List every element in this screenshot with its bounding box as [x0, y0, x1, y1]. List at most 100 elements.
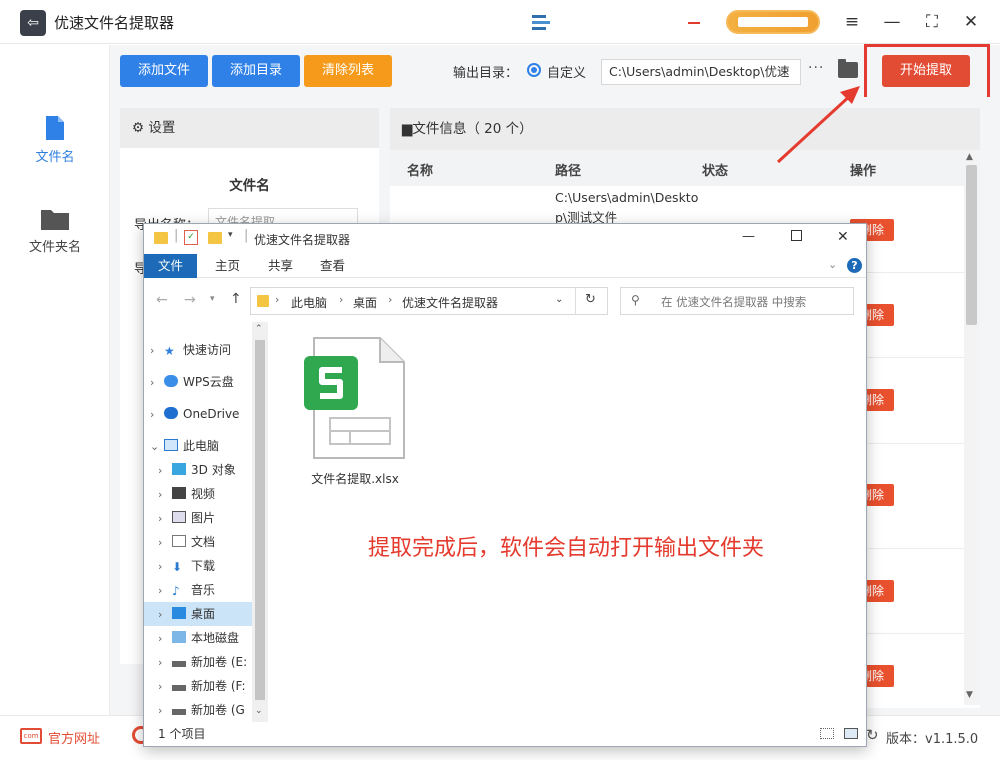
explorer-title: 优速文件名提取器 [254, 233, 351, 247]
back-icon[interactable]: ← [156, 292, 168, 308]
nav-scrollbar[interactable]: ⌃ ⌄ [252, 322, 268, 722]
nav-item-desktop[interactable]: › 桌面 [144, 602, 252, 626]
large-icons-view-icon[interactable] [844, 728, 858, 739]
scroll-up-icon[interactable]: ⌃ [255, 324, 263, 334]
nav-scroll-thumb[interactable] [255, 340, 265, 700]
account-pill[interactable] [726, 10, 820, 34]
file-name: 文件名提取.xlsx [311, 472, 399, 486]
search-input[interactable]: ⚲ 在 优速文件名提取器 中搜索 [620, 287, 854, 315]
explorer-maximize-icon[interactable] [791, 230, 802, 241]
download-icon: ⬇ [172, 560, 183, 574]
table-scroll-thumb[interactable] [966, 165, 977, 325]
file-tile[interactable]: 文件名提取.xlsx [300, 334, 410, 486]
folder-icon [154, 232, 168, 244]
annotation-text: 提取完成后，软件会自动打开输出文件夹 [368, 536, 765, 561]
tab-home[interactable]: 主页 [201, 254, 254, 278]
add-directory-button[interactable]: 添加目录 [212, 55, 300, 87]
refresh-icon[interactable]: ↻ [866, 726, 879, 744]
quick-access-dropdown-icon[interactable]: ▾ [228, 230, 233, 240]
help-icon[interactable]: ? [847, 258, 862, 273]
scroll-down-icon[interactable]: ▼ [966, 690, 973, 700]
nav-label: OneDrive [183, 407, 240, 421]
minimize-icon[interactable]: — [878, 8, 906, 36]
ribbon-expand-icon[interactable]: ⌄ [828, 258, 837, 271]
tab-view[interactable]: 查看 [306, 254, 359, 278]
file-icon [46, 116, 64, 140]
brand-logo-icon [530, 12, 556, 32]
nav-item-volume-g[interactable]: › 新加卷 (G [144, 698, 252, 722]
scroll-up-icon[interactable]: ▲ [966, 152, 973, 162]
nav-label: 新加卷 (E: [191, 655, 248, 669]
close-icon[interactable]: ✕ [957, 8, 985, 36]
chevron-right-icon: › [158, 608, 163, 621]
open-folder-icon[interactable] [838, 59, 858, 78]
custom-radio[interactable] [527, 63, 541, 77]
disk-icon [172, 631, 186, 643]
nav-label: 新加卷 (G [191, 703, 245, 717]
details-view-icon[interactable] [820, 728, 834, 739]
drive-icon [172, 709, 186, 715]
chevron-right-icon: › [158, 584, 163, 597]
explorer-ribbon: 文件 主页 共享 查看 ⌄ ? [144, 254, 866, 278]
menu-icon[interactable]: ≡ [838, 8, 866, 36]
version-label: 版本：v1.1.5.0 [886, 732, 979, 747]
nav-item-videos[interactable]: › 视频 [144, 482, 252, 506]
cloud-icon [164, 375, 178, 387]
website-icon: com [20, 728, 42, 744]
refresh-icon[interactable]: ↻ [585, 292, 596, 307]
explorer-close-icon[interactable]: ✕ [837, 229, 849, 245]
nav-item-3d-objects[interactable]: › 3D 对象 [144, 458, 252, 482]
nav-item-wps-cloud[interactable]: › WPS云盘 [144, 370, 252, 394]
separator: | [174, 228, 179, 243]
nav-item-volume-e[interactable]: › 新加卷 (E: [144, 650, 252, 674]
chevron-right-icon: › [158, 464, 163, 477]
sidebar-item-filename[interactable]: 文件名 [0, 114, 110, 165]
recent-dropdown-icon[interactable]: ▾ [210, 294, 215, 304]
nav-item-volume-f[interactable]: › 新加卷 (F: [144, 674, 252, 698]
up-icon[interactable]: ↑ [230, 291, 242, 307]
computer-icon [164, 439, 178, 451]
maximize-icon[interactable]: ⛶ [918, 8, 946, 36]
app-title: 优速文件名提取器 [54, 14, 175, 32]
new-folder-icon[interactable] [208, 232, 222, 244]
document-icon: ▆ [402, 121, 413, 137]
chevron-right-icon: › [158, 512, 163, 525]
nav-item-local-disk[interactable]: › 本地磁盘 [144, 626, 252, 650]
nav-label: 本地磁盘 [191, 631, 240, 645]
tab-share[interactable]: 共享 [254, 254, 307, 278]
breadcrumb-folder[interactable]: 优速文件名提取器 [402, 294, 498, 311]
breadcrumb-desktop[interactable]: 桌面 [353, 294, 377, 311]
nav-item-downloads[interactable]: › ⬇ 下载 [144, 554, 252, 578]
tab-file[interactable]: 文件 [144, 254, 198, 278]
picture-icon [172, 511, 186, 523]
nav-item-this-pc[interactable]: ⌄ 此电脑 [144, 434, 252, 458]
properties-icon[interactable]: ✓ [184, 230, 198, 245]
search-placeholder: 在 优速文件名提取器 中搜索 [661, 295, 807, 309]
nav-item-pictures[interactable]: › 图片 [144, 506, 252, 530]
more-icon[interactable]: ··· [808, 60, 824, 76]
cube-icon [172, 463, 186, 475]
nav-item-onedrive[interactable]: › OneDrive [144, 402, 252, 426]
divider [575, 288, 576, 314]
website-link[interactable]: 官方网址 [48, 728, 100, 747]
explorer-minimize-icon[interactable]: — [742, 229, 755, 244]
address-bar[interactable]: › 此电脑 › 桌面 › 优速文件名提取器 ⌄ ↻ [250, 287, 608, 315]
add-file-button[interactable]: 添加文件 [120, 55, 208, 87]
chevron-right-icon: › [158, 680, 163, 693]
document-icon [172, 535, 186, 547]
nav-item-documents[interactable]: › 文档 [144, 530, 252, 554]
forward-icon[interactable]: → [184, 292, 196, 308]
breadcrumb-this-pc[interactable]: 此电脑 [291, 294, 327, 311]
nav-item-quick-access[interactable]: › ★ 快速访问 [144, 338, 252, 362]
table-cell-path: C:\Users\admin\Desktop\测试文件 [555, 190, 699, 225]
address-dropdown-icon[interactable]: ⌄ [555, 294, 563, 305]
clear-list-button[interactable]: 清除列表 [304, 55, 392, 87]
scroll-down-icon[interactable]: ⌄ [255, 706, 263, 716]
nav-item-music[interactable]: › ♪ 音乐 [144, 578, 252, 602]
sidebar-item-foldername[interactable]: 文件夹名 [0, 206, 110, 255]
nav-label: 3D 对象 [191, 463, 236, 477]
desktop-icon [172, 607, 186, 619]
settings-section-title: 文件名 [229, 178, 270, 194]
search-icon: ⚲ [631, 293, 640, 307]
chevron-right-icon: › [158, 632, 163, 645]
